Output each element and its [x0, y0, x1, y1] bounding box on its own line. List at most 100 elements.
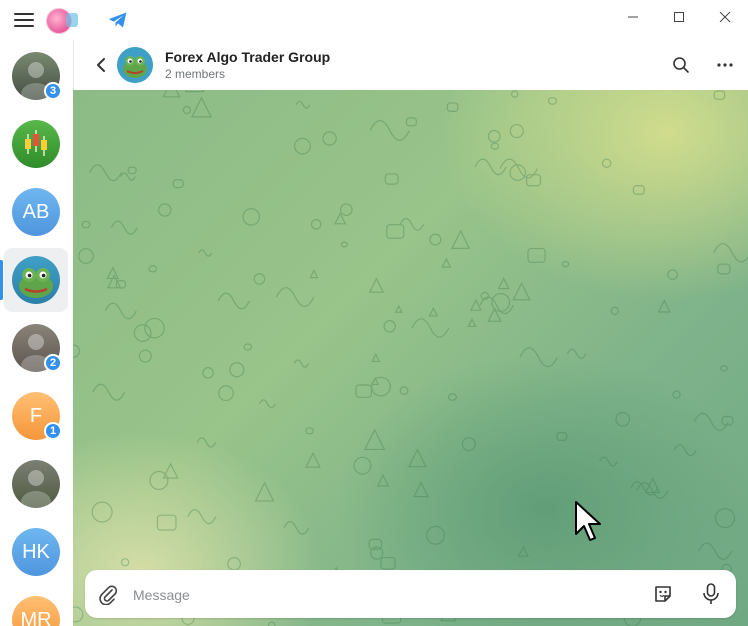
chat-list-item[interactable]: F1	[4, 384, 68, 448]
doodle-shape	[713, 90, 726, 100]
doodle-shape	[368, 277, 385, 293]
doodle-shape	[411, 318, 450, 338]
doodle-shape	[713, 242, 748, 263]
doodle-shape	[714, 507, 736, 529]
doodle-shape	[426, 525, 446, 545]
chat-list-item[interactable]	[4, 452, 68, 516]
doodle-shape	[229, 362, 245, 378]
account-avatar[interactable]	[46, 8, 78, 34]
doodle-shape	[490, 142, 500, 150]
doodle-shape	[399, 386, 409, 395]
mouse-cursor-icon	[575, 501, 601, 541]
doodle-shape	[88, 164, 122, 182]
avatar-initials: AB	[22, 200, 50, 223]
maximize-button[interactable]	[656, 0, 702, 34]
more-options-icon[interactable]	[715, 55, 735, 75]
doodle-shape	[610, 306, 619, 316]
doodle-shape	[720, 365, 728, 372]
doodle-shape	[184, 90, 205, 93]
unread-badge: 2	[44, 354, 63, 372]
doodle-shape	[190, 96, 213, 118]
maximize-icon	[674, 12, 684, 22]
chat-avatar: MR	[12, 596, 60, 626]
chat-list-item[interactable]: 3	[4, 44, 68, 108]
paperclip-icon[interactable]	[97, 583, 119, 605]
doodle-shape	[717, 263, 731, 275]
doodle-shape	[497, 277, 510, 290]
active-chat-indicator	[0, 260, 3, 300]
doodle-shape	[519, 347, 558, 368]
doodle-shape	[254, 481, 275, 502]
doodle-shape	[673, 444, 697, 457]
photo-avatar-icon	[21, 470, 51, 508]
chat-list-item[interactable]: HK	[4, 520, 68, 584]
doodle-pattern	[73, 90, 748, 626]
doodle-shape	[294, 137, 311, 155]
doodle-shape	[451, 229, 471, 249]
search-icon[interactable]	[671, 55, 691, 75]
chat-list-item[interactable]	[0, 248, 68, 312]
doodle-shape	[386, 224, 405, 239]
avatar-initials: MR	[20, 608, 52, 626]
hamburger-menu-icon[interactable]	[12, 10, 36, 30]
chat-list-item[interactable]: 2	[4, 316, 68, 380]
doodle-shape	[467, 317, 477, 328]
unread-badge: 3	[44, 82, 63, 100]
message-input[interactable]	[131, 582, 635, 608]
doodle-shape	[693, 412, 729, 432]
doodle-shape	[120, 558, 130, 567]
doodle-shape	[698, 542, 733, 560]
microphone-icon[interactable]	[700, 582, 722, 606]
unread-badge: 1	[44, 422, 63, 440]
doodle-shape	[242, 208, 261, 226]
chat-list-item[interactable]: MR	[4, 588, 68, 626]
doodle-shape	[340, 241, 348, 248]
doodle-shape	[527, 247, 546, 263]
doodle-shape	[599, 456, 618, 467]
chat-header: Forex Algo Trader Group 2 members	[73, 40, 748, 90]
doodle-shape	[412, 481, 430, 498]
chat-avatar: HK	[12, 528, 60, 576]
sticker-icon[interactable]	[652, 583, 674, 605]
doodle-shape	[295, 100, 311, 109]
doodle-shape	[353, 456, 372, 475]
chat-avatar	[12, 120, 60, 168]
doodle-shape	[127, 166, 137, 175]
doodle-shape	[384, 173, 399, 185]
window-controls	[610, 0, 748, 36]
doodle-shape	[461, 437, 476, 452]
doodle-shape	[441, 257, 452, 268]
group-avatar[interactable]	[117, 47, 153, 83]
doodle-shape	[92, 383, 126, 401]
chat-list-item[interactable]	[4, 112, 68, 176]
doodle-shape	[310, 219, 322, 230]
doodle-shape	[657, 299, 671, 313]
pepe-frog-icon	[19, 268, 53, 298]
doodle-shape	[615, 411, 631, 427]
chat-list-item[interactable]: AB	[4, 180, 68, 244]
doodle-shape	[133, 324, 152, 342]
doodle-shape	[110, 220, 138, 235]
doodle-shape	[78, 248, 94, 264]
avatar-initials: F	[29, 404, 43, 427]
close-button[interactable]	[702, 0, 748, 34]
chat-list-sidebar: 3 AB 2 F 1 HK MR	[0, 40, 72, 626]
doodle-shape	[556, 432, 568, 442]
doodle-shape	[383, 320, 396, 333]
telegram-logo-icon	[108, 12, 127, 28]
doodle-shape	[487, 129, 501, 143]
chat-member-count: 2 members	[165, 67, 226, 81]
doodle-shape	[517, 545, 529, 557]
minimize-icon	[628, 16, 638, 18]
doodle-shape	[672, 390, 681, 399]
doodle-shape	[73, 606, 84, 623]
doodle-shape	[148, 265, 158, 273]
doodle-shape	[162, 462, 179, 479]
doodle-shape	[509, 123, 524, 139]
doodle-shape	[428, 306, 439, 317]
doodle-shape	[156, 514, 177, 531]
chat-title[interactable]: Forex Algo Trader Group	[165, 49, 330, 65]
minimize-button[interactable]	[610, 0, 656, 34]
back-arrow-icon[interactable]	[90, 54, 112, 76]
doodle-shape	[632, 185, 645, 195]
